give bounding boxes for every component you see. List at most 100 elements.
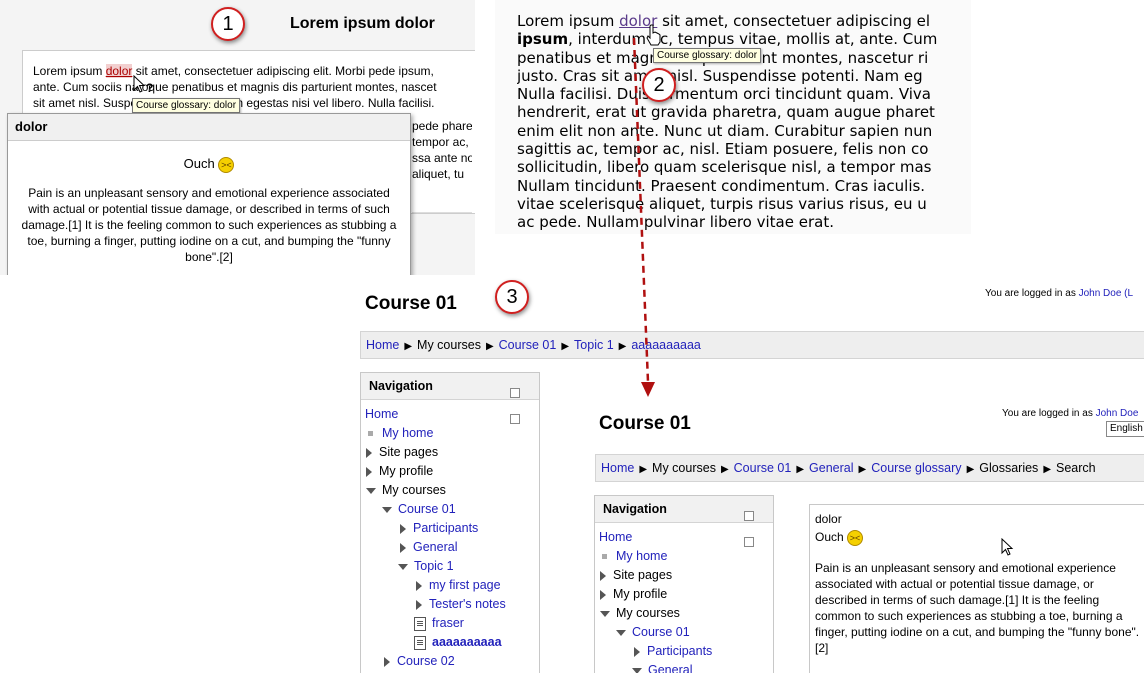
language-select[interactable]: English bbox=[1106, 421, 1144, 437]
lorem-text: Lorem ipsum dolor sit amet, consectetuer… bbox=[33, 63, 475, 111]
breadcrumb-page[interactable]: aaaaaaaaaa bbox=[631, 338, 701, 352]
navigation-tree: Home My home Site pages My profile My co… bbox=[595, 528, 773, 673]
collapse-icon[interactable] bbox=[616, 629, 626, 636]
user-link[interactable]: John Doe bbox=[1096, 408, 1139, 419]
nav-item-my-home[interactable]: My home bbox=[595, 547, 773, 566]
nav-item-course-02[interactable]: Course 02 bbox=[361, 652, 539, 671]
entry-definition: Pain is an unpleasant sensory and emotio… bbox=[21, 185, 397, 264]
arrow-cursor-icon bbox=[1001, 538, 1014, 556]
step-badge-2: 2 bbox=[642, 68, 676, 102]
text-line: sit amet nisl. Suspendisse potenti. Nam … bbox=[33, 96, 435, 110]
bullet-icon bbox=[602, 554, 607, 560]
page-icon bbox=[414, 616, 426, 631]
nav-item-topic-1[interactable]: Topic 1 bbox=[361, 557, 539, 576]
breadcrumb-course-glossary[interactable]: Course glossary bbox=[871, 461, 961, 475]
nav-item-site-pages[interactable]: Site pages bbox=[361, 443, 539, 462]
hand-cursor-icon bbox=[646, 24, 661, 46]
glossary-search-page: Course 01 You are logged in as John Doe … bbox=[573, 382, 1144, 673]
block-controls bbox=[509, 381, 529, 424]
nav-item-my-profile[interactable]: My profile bbox=[595, 585, 773, 604]
text-line: vitae scelerisque aliquet, turpis risus … bbox=[517, 194, 927, 213]
text-line: Lorem ipsum dolor sit amet, consectetuer… bbox=[33, 64, 434, 78]
nav-item-my-courses[interactable]: My courses bbox=[595, 604, 773, 623]
block-controls bbox=[743, 504, 763, 547]
expand-icon[interactable] bbox=[600, 589, 606, 600]
step-badge-3: 3 bbox=[495, 280, 529, 314]
nav-item-general[interactable]: General bbox=[595, 661, 773, 673]
glossary-entry: dolor Ouch >< Pain is an unpleasant sens… bbox=[809, 504, 1144, 673]
glossary-popup: dolor Ouch >< Pain is an unpleasant sens… bbox=[7, 113, 411, 275]
navigation-header: Navigation bbox=[361, 373, 539, 424]
expand-icon[interactable] bbox=[416, 580, 422, 591]
expand-icon[interactable] bbox=[366, 447, 372, 458]
nav-item-my-courses[interactable]: My courses bbox=[361, 481, 539, 500]
panel-glossary-popup: Lorem ipsum dolor Lorem ipsum dolor sit … bbox=[0, 0, 475, 275]
nav-item-testers-notes[interactable]: Tester's notes bbox=[361, 595, 539, 614]
breadcrumb-home[interactable]: Home bbox=[601, 461, 634, 475]
step-badge-1: 1 bbox=[211, 7, 245, 41]
text-line: Lorem ipsum dolor sit amet, consectetuer… bbox=[517, 12, 931, 30]
breadcrumb-search: Search bbox=[1056, 461, 1096, 475]
page-title: Course 01 bbox=[365, 293, 457, 314]
bullet-icon bbox=[368, 431, 373, 437]
expand-icon[interactable] bbox=[634, 646, 640, 657]
text-line: hendrerit, erat ut gravida pharetra, qua… bbox=[517, 103, 935, 122]
breadcrumb-course[interactable]: Course 01 bbox=[734, 461, 792, 475]
breadcrumb-course[interactable]: Course 01 bbox=[499, 338, 557, 352]
panel-course-page: Course 01 You are logged in as John Doe … bbox=[349, 283, 1144, 673]
page-title: Course 01 bbox=[599, 413, 691, 434]
nav-item-fraser[interactable]: fraser bbox=[361, 614, 539, 633]
breadcrumb-topic[interactable]: Topic 1 bbox=[574, 338, 614, 352]
text-line: Nullam tincidunt. Praesent condimentum. … bbox=[517, 176, 926, 195]
nav-item-site-pages[interactable]: Site pages bbox=[595, 566, 773, 585]
collapse-icon[interactable] bbox=[600, 610, 610, 617]
svg-text:?: ? bbox=[146, 81, 153, 95]
nav-item-my-home[interactable]: My home bbox=[361, 424, 539, 443]
nav-item-participants[interactable]: Participants bbox=[595, 642, 773, 661]
panel-zoomed-text: Lorem ipsum dolor sit amet, consectetuer… bbox=[495, 0, 971, 234]
nav-item-home[interactable]: Home bbox=[361, 405, 539, 424]
breadcrumb: Home ▶ My courses ▶ Course 01 ▶ General ▶ Course… bbox=[595, 454, 1144, 482]
breadcrumb-home[interactable]: Home bbox=[366, 338, 399, 352]
expand-icon[interactable] bbox=[384, 656, 390, 667]
truncated-text: pede pharetr tempor ac, n ssa ante no al… bbox=[412, 119, 472, 181]
text-line: sagittis ac, tempor ac, nisl. Etiam posu… bbox=[517, 140, 929, 159]
dock-icon[interactable] bbox=[744, 511, 754, 521]
glossary-tooltip: Course glossary: dolor bbox=[132, 98, 241, 113]
glossary-link-dolor[interactable]: dolor bbox=[105, 64, 133, 78]
text-line: Nulla facilisi. Duis fermentum orci tinc… bbox=[517, 85, 931, 104]
login-info: You are logged in as John Doe (L bbox=[985, 288, 1134, 299]
text-line: ac pede. Nullam pulvinar libero vitae er… bbox=[517, 213, 834, 232]
entry-definition: Pain is an unpleasant sensory and emotio… bbox=[815, 560, 1140, 655]
nav-item-aaaaaaaaaa[interactable]: aaaaaaaaaa bbox=[361, 633, 539, 652]
expand-icon[interactable] bbox=[600, 570, 606, 581]
nav-item-course-01[interactable]: Course 01 bbox=[595, 623, 773, 642]
text-line: sollicitudin, libero quam scelerisque ni… bbox=[517, 158, 932, 177]
nav-item-my-first-page[interactable]: my first page bbox=[361, 576, 539, 595]
user-link[interactable]: John Doe (L bbox=[1079, 288, 1133, 299]
nav-item-home[interactable]: Home bbox=[595, 528, 773, 547]
navigation-tree: Home My home Site pages My profile My co… bbox=[361, 405, 539, 671]
breadcrumb-general[interactable]: General bbox=[809, 461, 853, 475]
expand-icon[interactable] bbox=[400, 542, 406, 553]
collapse-icon[interactable] bbox=[382, 506, 392, 513]
expand-icon[interactable] bbox=[416, 599, 422, 610]
expand-icon[interactable] bbox=[400, 523, 406, 534]
smiley-icon: >< bbox=[847, 529, 864, 546]
text-line: ante. Cum sociis natoque penatibus et ma… bbox=[33, 80, 437, 94]
divider bbox=[412, 212, 472, 213]
breadcrumb-my-courses: My courses bbox=[417, 338, 481, 352]
nav-item-participants[interactable]: Participants bbox=[361, 519, 539, 538]
help-cursor-icon: ? bbox=[133, 75, 153, 95]
collapse-icon[interactable] bbox=[632, 667, 642, 673]
collapse-icon[interactable] bbox=[398, 563, 408, 570]
expand-icon[interactable] bbox=[366, 466, 372, 477]
lorem-text-zoomed: Lorem ipsum dolor sit amet, consectetuer… bbox=[517, 12, 971, 232]
entry-ouch: Ouch >< bbox=[8, 156, 410, 173]
collapse-icon[interactable] bbox=[366, 487, 376, 494]
nav-item-my-profile[interactable]: My profile bbox=[361, 462, 539, 481]
nav-item-general[interactable]: General bbox=[361, 538, 539, 557]
nav-item-course-01[interactable]: Course 01 bbox=[361, 500, 539, 519]
navigation-block: Navigation Home My home Site pages My pr… bbox=[594, 495, 774, 673]
dock-icon[interactable] bbox=[510, 388, 520, 398]
